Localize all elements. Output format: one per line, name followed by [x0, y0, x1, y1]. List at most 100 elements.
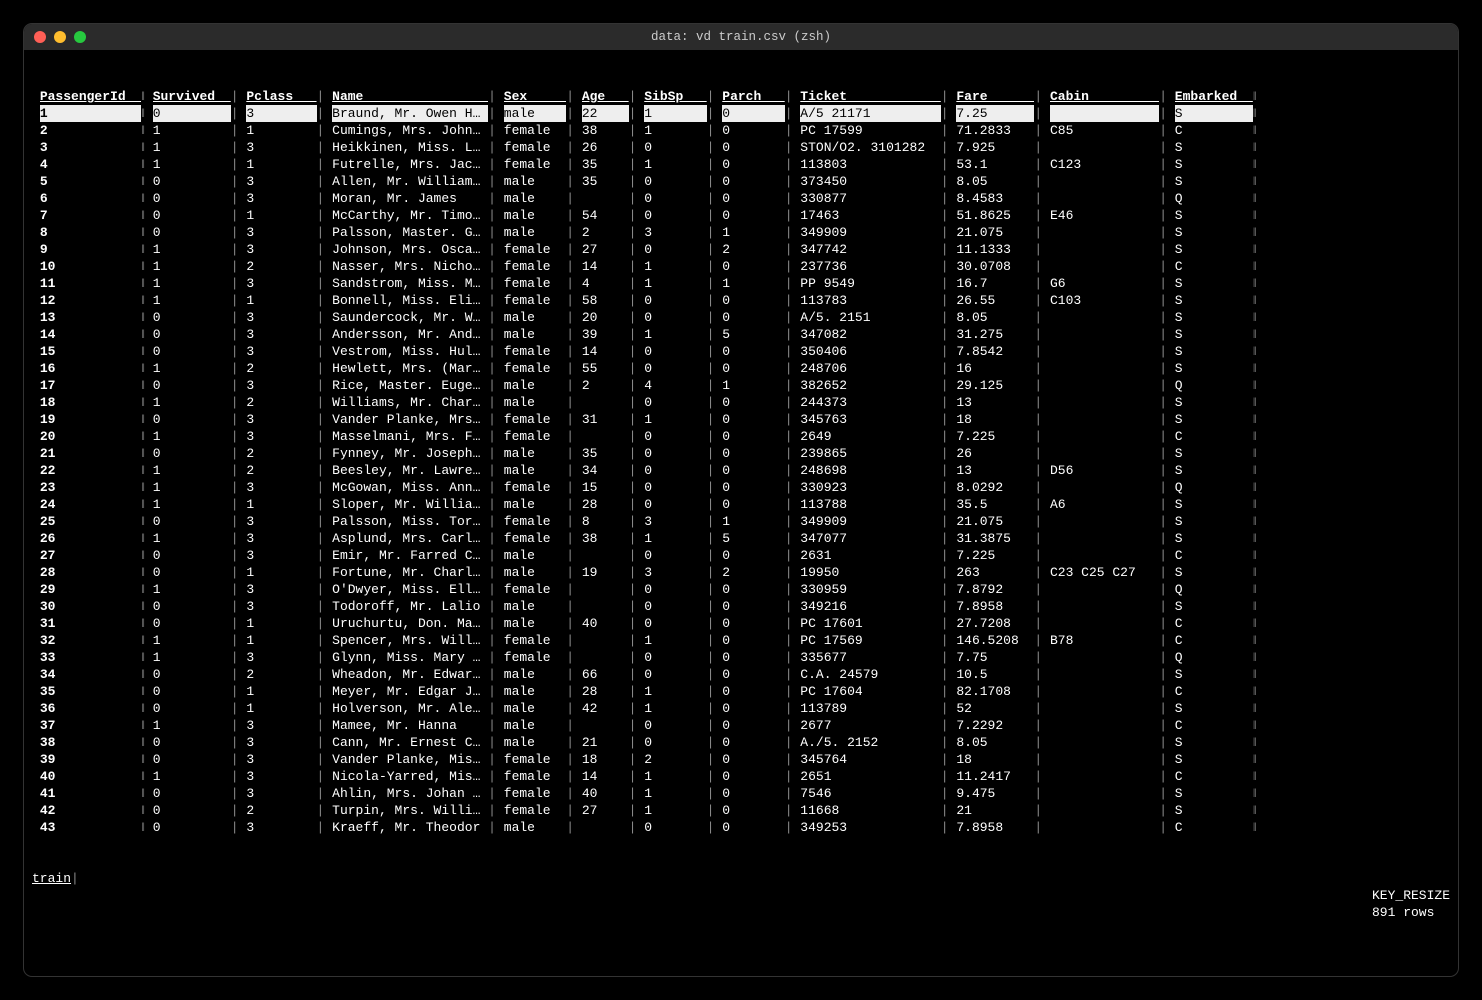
column-separator: | — [1034, 462, 1050, 479]
table-row[interactable]: 42 ‖ 0 | 2 | Turpin, Mrs. Willi… | femal… — [32, 802, 1450, 819]
column-separator: | — [941, 88, 957, 105]
table-cell: 19950 — [800, 564, 940, 581]
column-separator: | — [1034, 343, 1050, 360]
column-separator: | — [488, 309, 504, 326]
table-row[interactable]: 10 ‖ 1 | 2 | Nasser, Mrs. Nicho… | femal… — [32, 258, 1450, 275]
table-row[interactable]: 37 ‖ 1 | 3 | Mamee, Mr. Hanna | male | |… — [32, 717, 1450, 734]
table-row[interactable]: 15 ‖ 0 | 3 | Vestrom, Miss. Hul… | femal… — [32, 343, 1450, 360]
table-row[interactable]: 21 ‖ 0 | 2 | Fynney, Mr. Joseph… | male … — [32, 445, 1450, 462]
column-separator: ‖ — [141, 700, 152, 717]
table-row[interactable]: 43 ‖ 0 | 3 | Kraeff, Mr. Theodor | male … — [32, 819, 1450, 836]
table-row[interactable]: 9 ‖ 1 | 3 | Johnson, Mrs. Osca… | female… — [32, 241, 1450, 258]
table-row[interactable]: 7 ‖ 0 | 1 | McCarthy, Mr. Timo… | male |… — [32, 207, 1450, 224]
table-cell: 349253 — [800, 819, 940, 836]
column-separator: | — [1159, 785, 1175, 802]
column-separator: | — [1159, 139, 1175, 156]
table-row[interactable]: 33 ‖ 1 | 3 | Glynn, Miss. Mary … | femal… — [32, 649, 1450, 666]
table-row[interactable]: 38 ‖ 0 | 3 | Cann, Mr. Ernest C… | male … — [32, 734, 1450, 751]
column-separator: | — [317, 224, 333, 241]
table-cell: 0 — [722, 734, 784, 751]
table-row[interactable]: 30 ‖ 0 | 3 | Todoroff, Mr. Lalio | male … — [32, 598, 1450, 615]
column-header[interactable]: Survived — [153, 88, 231, 105]
column-separator: | — [317, 615, 333, 632]
table-row[interactable]: 27 ‖ 0 | 3 | Emir, Mr. Farred C… | male … — [32, 547, 1450, 564]
titlebar[interactable]: data: vd train.csv (zsh) — [24, 24, 1458, 50]
table-cell: C — [1175, 547, 1253, 564]
table-row[interactable]: 24 ‖ 1 | 1 | Sloper, Mr. Willia… | male … — [32, 496, 1450, 513]
table-row[interactable]: 29 ‖ 1 | 3 | O'Dwyer, Miss. Ell… | femal… — [32, 581, 1450, 598]
column-separator: | — [1034, 360, 1050, 377]
table-cell: 3 — [246, 751, 316, 768]
column-header[interactable]: PassengerId — [40, 88, 141, 105]
column-separator: | — [231, 751, 247, 768]
table-row[interactable]: 13 ‖ 0 | 3 | Saundercock, Mr. W… | male … — [32, 309, 1450, 326]
table-row[interactable]: 32 ‖ 1 | 1 | Spencer, Mrs. Will… | femal… — [32, 632, 1450, 649]
column-header[interactable]: Pclass — [246, 88, 316, 105]
table-cell: 0 — [722, 173, 784, 190]
table-row[interactable]: 4 ‖ 1 | 1 | Futrelle, Mrs. Jac… | female… — [32, 156, 1450, 173]
column-header[interactable]: Embarked — [1175, 88, 1253, 105]
table-row[interactable]: 19 ‖ 0 | 3 | Vander Planke, Mrs… | femal… — [32, 411, 1450, 428]
table-row[interactable]: 25 ‖ 0 | 3 | Palsson, Miss. Tor… | femal… — [32, 513, 1450, 530]
table-row[interactable]: 40 ‖ 1 | 3 | Nicola-Yarred, Mis… | femal… — [32, 768, 1450, 785]
table-row[interactable]: 16 ‖ 1 | 2 | Hewlett, Mrs. (Mar… | femal… — [32, 360, 1450, 377]
column-header[interactable]: Age — [582, 88, 629, 105]
table-cell: 21.075 — [956, 513, 1034, 530]
table-row[interactable]: 34 ‖ 0 | 2 | Wheadon, Mr. Edwar… | male … — [32, 666, 1450, 683]
table-row[interactable]: 28 ‖ 0 | 1 | Fortune, Mr. Charl… | male … — [32, 564, 1450, 581]
table-row[interactable]: 8 ‖ 0 | 3 | Palsson, Master. G… | male |… — [32, 224, 1450, 241]
table-row[interactable]: 26 ‖ 1 | 3 | Asplund, Mrs. Carl… | femal… — [32, 530, 1450, 547]
column-header[interactable]: Fare — [956, 88, 1034, 105]
table-row[interactable]: 1 ‖ 0 | 3 | Braund, Mr. Owen H… | male |… — [32, 105, 1450, 122]
column-separator: | — [231, 156, 247, 173]
table-cell: female — [504, 530, 566, 547]
column-separator: ‖ — [141, 258, 152, 275]
table-row[interactable]: 2 ‖ 1 | 1 | Cumings, Mrs. John… | female… — [32, 122, 1450, 139]
table-row[interactable]: 39 ‖ 0 | 3 | Vander Planke, Mis… | femal… — [32, 751, 1450, 768]
column-header[interactable]: Parch — [722, 88, 784, 105]
column-header[interactable]: SibSp — [644, 88, 706, 105]
table-row[interactable]: 18 ‖ 1 | 2 | Williams, Mr. Char… | male … — [32, 394, 1450, 411]
column-separator: | — [785, 819, 801, 836]
column-separator: ‖ — [141, 734, 152, 751]
table-row[interactable]: 20 ‖ 1 | 3 | Masselmani, Mrs. F… | femal… — [32, 428, 1450, 445]
table-cell: 14 — [582, 258, 629, 275]
column-header[interactable]: Cabin — [1050, 88, 1159, 105]
column-separator: | — [231, 547, 247, 564]
table-row[interactable]: 6 ‖ 0 | 3 | Moran, Mr. James | male | | … — [32, 190, 1450, 207]
column-separator: | — [566, 411, 582, 428]
table-cell: 248698 — [800, 462, 940, 479]
column-header[interactable]: Sex — [504, 88, 566, 105]
table-cell: 42 — [582, 700, 629, 717]
table-cell: 9.475 — [956, 785, 1034, 802]
table-row[interactable]: 22 ‖ 1 | 2 | Beesley, Mr. Lawre… | male … — [32, 462, 1450, 479]
table-row[interactable]: 31 ‖ 0 | 1 | Uruchurtu, Don. Ma… | male … — [32, 615, 1450, 632]
column-separator: ‖ — [1253, 224, 1257, 241]
table-cell: 7.8958 — [956, 819, 1034, 836]
terminal-content[interactable]: PassengerId ‖ Survived | Pclass | Name |… — [24, 50, 1458, 976]
table-row[interactable]: 12 ‖ 1 | 1 | Bonnell, Miss. Eli… | femal… — [32, 292, 1450, 309]
column-separator: | — [566, 377, 582, 394]
table-row[interactable]: 41 ‖ 0 | 3 | Ahlin, Mrs. Johan … | femal… — [32, 785, 1450, 802]
table-row[interactable]: 14 ‖ 0 | 3 | Andersson, Mr. And… | male … — [32, 326, 1450, 343]
column-separator: | — [629, 326, 645, 343]
table-cell: 1 — [153, 581, 231, 598]
column-separator: | — [629, 224, 645, 241]
table-cell: 0 — [153, 734, 231, 751]
table-row[interactable]: 3 ‖ 1 | 3 | Heikkinen, Miss. L… | female… — [32, 139, 1450, 156]
table-row[interactable]: 5 ‖ 0 | 3 | Allen, Mr. William… | male |… — [32, 173, 1450, 190]
table-row[interactable]: 11 ‖ 1 | 3 | Sandstrom, Miss. M… | femal… — [32, 275, 1450, 292]
column-header[interactable]: Ticket — [800, 88, 940, 105]
table-row[interactable]: 17 ‖ 0 | 3 | Rice, Master. Euge… | male … — [32, 377, 1450, 394]
column-separator: | — [785, 530, 801, 547]
column-header[interactable]: Name — [332, 88, 488, 105]
table-row[interactable]: 36 ‖ 0 | 1 | Holverson, Mr. Ale… | male … — [32, 700, 1450, 717]
table-row[interactable]: 23 ‖ 1 | 3 | McGowan, Miss. Ann… | femal… — [32, 479, 1450, 496]
column-separator — [32, 598, 40, 615]
column-separator: | — [1034, 258, 1050, 275]
table-cell: 26 — [582, 139, 629, 156]
column-separator: | — [785, 666, 801, 683]
column-separator: | — [1034, 683, 1050, 700]
table-row[interactable]: 35 ‖ 0 | 1 | Meyer, Mr. Edgar J… | male … — [32, 683, 1450, 700]
table-cell: S — [1175, 343, 1253, 360]
